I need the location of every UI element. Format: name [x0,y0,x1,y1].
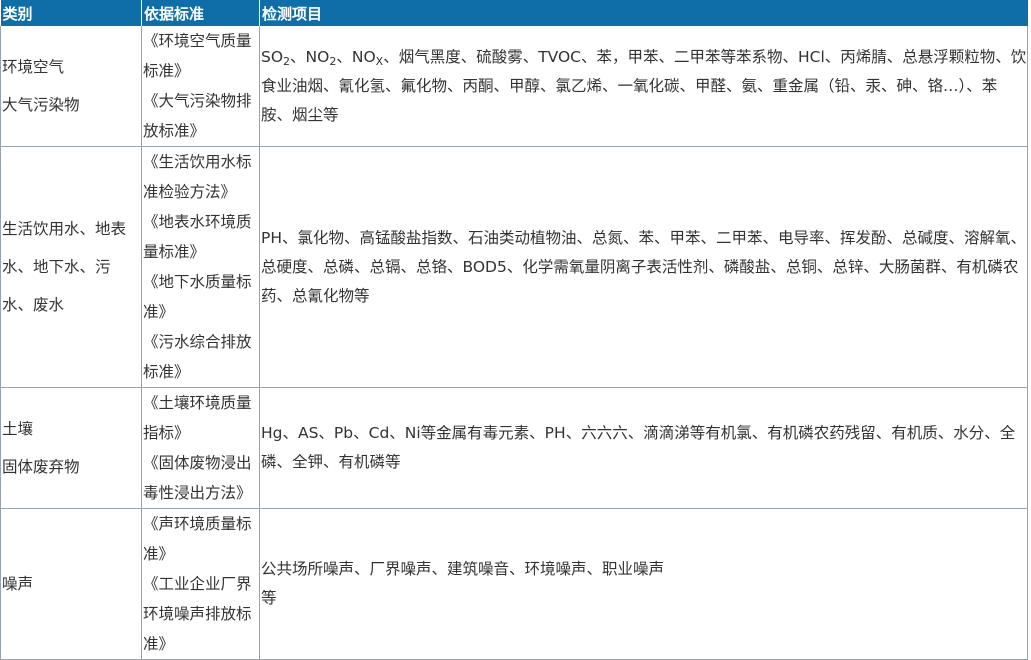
items-cell: Hg、AS、Pb、Cd、Ni等金属有毒元素、PH、六六六、滴滴涕等有机氯、有机磷… [259,387,1028,509]
category-line: 固体废弃物 [2,458,80,476]
standard-name: 《地表水环境质量标准》 [143,213,252,261]
standard-name: 《污水综合排放标准》 [143,333,252,381]
standard-name: 《固体废物浸出毒性浸出方法》 [143,454,252,502]
category-line: 土壤 [2,420,34,438]
page: 类别 依据标准 检测项目 环境空气 大气污染物 《环境空气质量标准》 《大气污染… [0,0,1031,660]
header-items: 检测项目 [259,0,1028,26]
table-row: 噪声 《声环境质量标准》 《工业企业厂界环境噪声排放标准》 公共场所噪声、厂界噪… [0,508,1028,660]
standard-cell: 《土壤环境质量指标》 《固体废物浸出毒性浸出方法》 [141,387,260,509]
category-line: 噪声 [2,575,34,593]
standard-name: 《土壤环境质量指标》 [143,394,252,442]
standard-name: 《生活饮用水标准检验方法》 [143,153,252,201]
standard-cell: 《环境空气质量标准》 《大气污染物排放标准》 [141,26,260,147]
header-category: 类别 [0,0,142,26]
items-text: Hg、AS、Pb、Cd、Ni等金属有毒元素、PH、六六六、滴滴涕等有机氯、有机磷… [261,424,1016,471]
items-text: PH、氯化物、高锰酸盐指数、石油类动植物油、总氮、苯、甲苯、二甲苯、电导率、挥发… [261,228,1027,305]
table-row: 环境空气 大气污染物 《环境空气质量标准》 《大气污染物排放标准》 SO2、NO… [0,26,1028,147]
category-cell: 噪声 [0,508,142,660]
standard-name: 《地下水质量标准》 [143,273,252,321]
category-line: 大气污染物 [2,96,80,114]
category-line: 环境空气 [2,58,65,76]
category-line: 生活饮用水、地表水、地下水、污水、废水 [2,220,127,314]
items-cell: PH、氯化物、高锰酸盐指数、石油类动植物油、总氮、苯、甲苯、二甲苯、电导率、挥发… [259,146,1028,388]
standard-name: 《环境空气质量标准》 [143,32,252,80]
standard-name: 《大气污染物排放标准》 [143,92,252,140]
standard-name: 《声环境质量标准》 [143,515,252,563]
table-row: 生活饮用水、地表水、地下水、污水、废水 《生活饮用水标准检验方法》 《地表水环境… [0,146,1028,388]
detection-table: 类别 依据标准 检测项目 环境空气 大气污染物 《环境空气质量标准》 《大气污染… [0,0,1028,660]
header-standard: 依据标准 [141,0,260,26]
subscript: 2 [283,54,291,68]
category-cell: 生活饮用水、地表水、地下水、污水、废水 [0,146,142,388]
table-header-row: 类别 依据标准 检测项目 [0,0,1028,26]
items-cell: SO2、NO2、NOX、烟气黑度、硫酸雾、TVOC、苯，甲苯、二甲苯等苯系物、H… [259,26,1028,147]
items-cell: 公共场所噪声、厂界噪声、建筑噪音、环境噪声、职业噪声 等 [259,508,1028,660]
items-text: 、NO [336,47,376,66]
items-text: 、NO [290,47,330,66]
items-text: 公共场所噪声、厂界噪声、建筑噪音、环境噪声、职业噪声 [261,560,665,578]
standard-cell: 《声环境质量标准》 《工业企业厂界环境噪声排放标准》 [141,508,260,660]
category-cell: 土壤 固体废弃物 [0,387,142,509]
category-cell: 环境空气 大气污染物 [0,26,142,147]
standard-cell: 《生活饮用水标准检验方法》 《地表水环境质量标准》 《地下水质量标准》 《污水综… [141,146,260,388]
table-row: 土壤 固体废弃物 《土壤环境质量指标》 《固体废物浸出毒性浸出方法》 Hg、AS… [0,387,1028,509]
items-text: 等 [261,589,277,607]
items-text: SO [261,47,284,66]
